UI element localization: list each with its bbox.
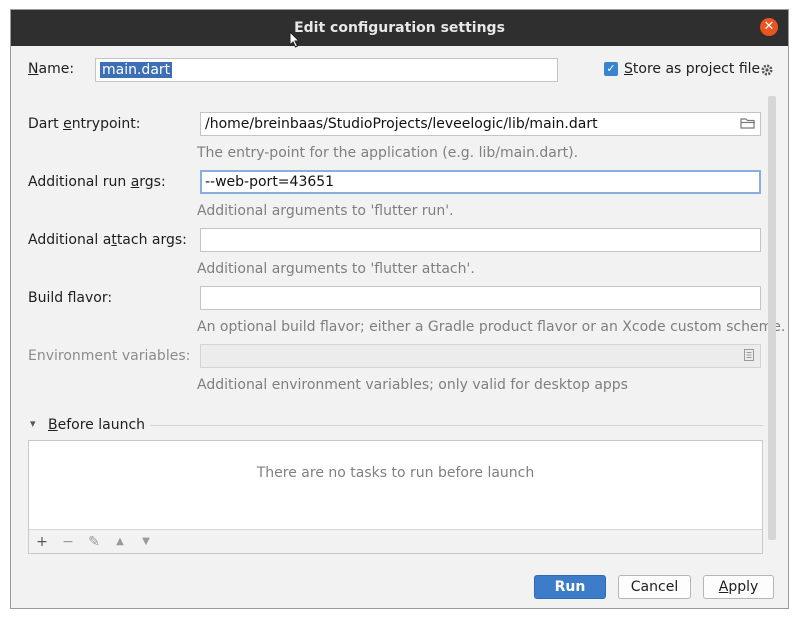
dialog-titlebar[interactable]: Edit configuration settings ✕	[11, 10, 788, 46]
run-args-value: --web-port=43651	[205, 174, 335, 190]
build-flavor-hint: An optional build flavor; either a Gradl…	[197, 319, 786, 335]
edit-task-icon[interactable]: ✎	[85, 533, 103, 551]
apply-button[interactable]: Apply	[703, 575, 774, 599]
run-args-hint: Additional arguments to 'flutter run'.	[197, 203, 454, 219]
folder-icon[interactable]	[740, 116, 756, 130]
tasks-toolbar: + − ✎ ▲ ▼	[29, 529, 762, 553]
attach-args-input[interactable]	[200, 228, 761, 252]
empty-tasks-message: There are no tasks to run before launch	[256, 465, 535, 481]
cancel-button[interactable]: Cancel	[618, 575, 691, 599]
chevron-down-icon[interactable]: ▾	[30, 417, 36, 430]
build-flavor-label: Build flavor:	[28, 290, 113, 306]
build-flavor-input[interactable]	[200, 286, 761, 310]
vertical-scrollbar[interactable]	[768, 96, 776, 540]
dart-entrypoint-label: Dart entrypoint:	[28, 116, 141, 132]
name-input[interactable]: main.dart	[95, 58, 558, 82]
environment-variables-input	[200, 344, 761, 368]
attach-args-hint: Additional arguments to 'flutter attach'…	[197, 261, 475, 277]
move-down-icon[interactable]: ▼	[137, 533, 155, 551]
store-as-project-file-checkbox[interactable]: ✓	[604, 62, 618, 76]
document-icon	[744, 349, 754, 361]
store-as-project-file-label[interactable]: Store as project file	[624, 61, 760, 77]
remove-task-icon[interactable]: −	[59, 533, 77, 551]
close-button[interactable]: ✕	[760, 18, 778, 36]
mouse-cursor-icon	[289, 31, 301, 48]
before-launch-task-list[interactable]: There are no tasks to run before launch …	[28, 440, 763, 554]
move-up-icon[interactable]: ▲	[111, 533, 129, 551]
dart-entrypoint-input[interactable]: /home/breinbaas/StudioProjects/leveelogi…	[200, 112, 761, 136]
attach-args-label: Additional attach args:	[28, 232, 187, 248]
run-button[interactable]: Run	[534, 575, 606, 599]
dart-entrypoint-value: /home/breinbaas/StudioProjects/leveelogi…	[205, 116, 598, 132]
environment-variables-hint: Additional environment variables; only v…	[197, 377, 628, 393]
configuration-dialog: Edit configuration settings ✕ Name: main…	[10, 9, 789, 609]
environment-variables-label: Environment variables:	[28, 348, 191, 364]
name-label: Name:	[28, 61, 75, 77]
add-task-icon[interactable]: +	[33, 533, 51, 551]
dialog-title: Edit configuration settings	[294, 20, 505, 36]
before-launch-title[interactable]: Before launch	[48, 417, 145, 433]
run-args-label: Additional run args:	[28, 174, 166, 190]
gear-icon[interactable]	[760, 63, 774, 77]
run-args-input[interactable]: --web-port=43651	[200, 170, 761, 194]
name-value: main.dart	[100, 62, 173, 78]
section-divider	[150, 425, 763, 426]
dart-entrypoint-hint: The entry-point for the application (e.g…	[197, 145, 579, 161]
